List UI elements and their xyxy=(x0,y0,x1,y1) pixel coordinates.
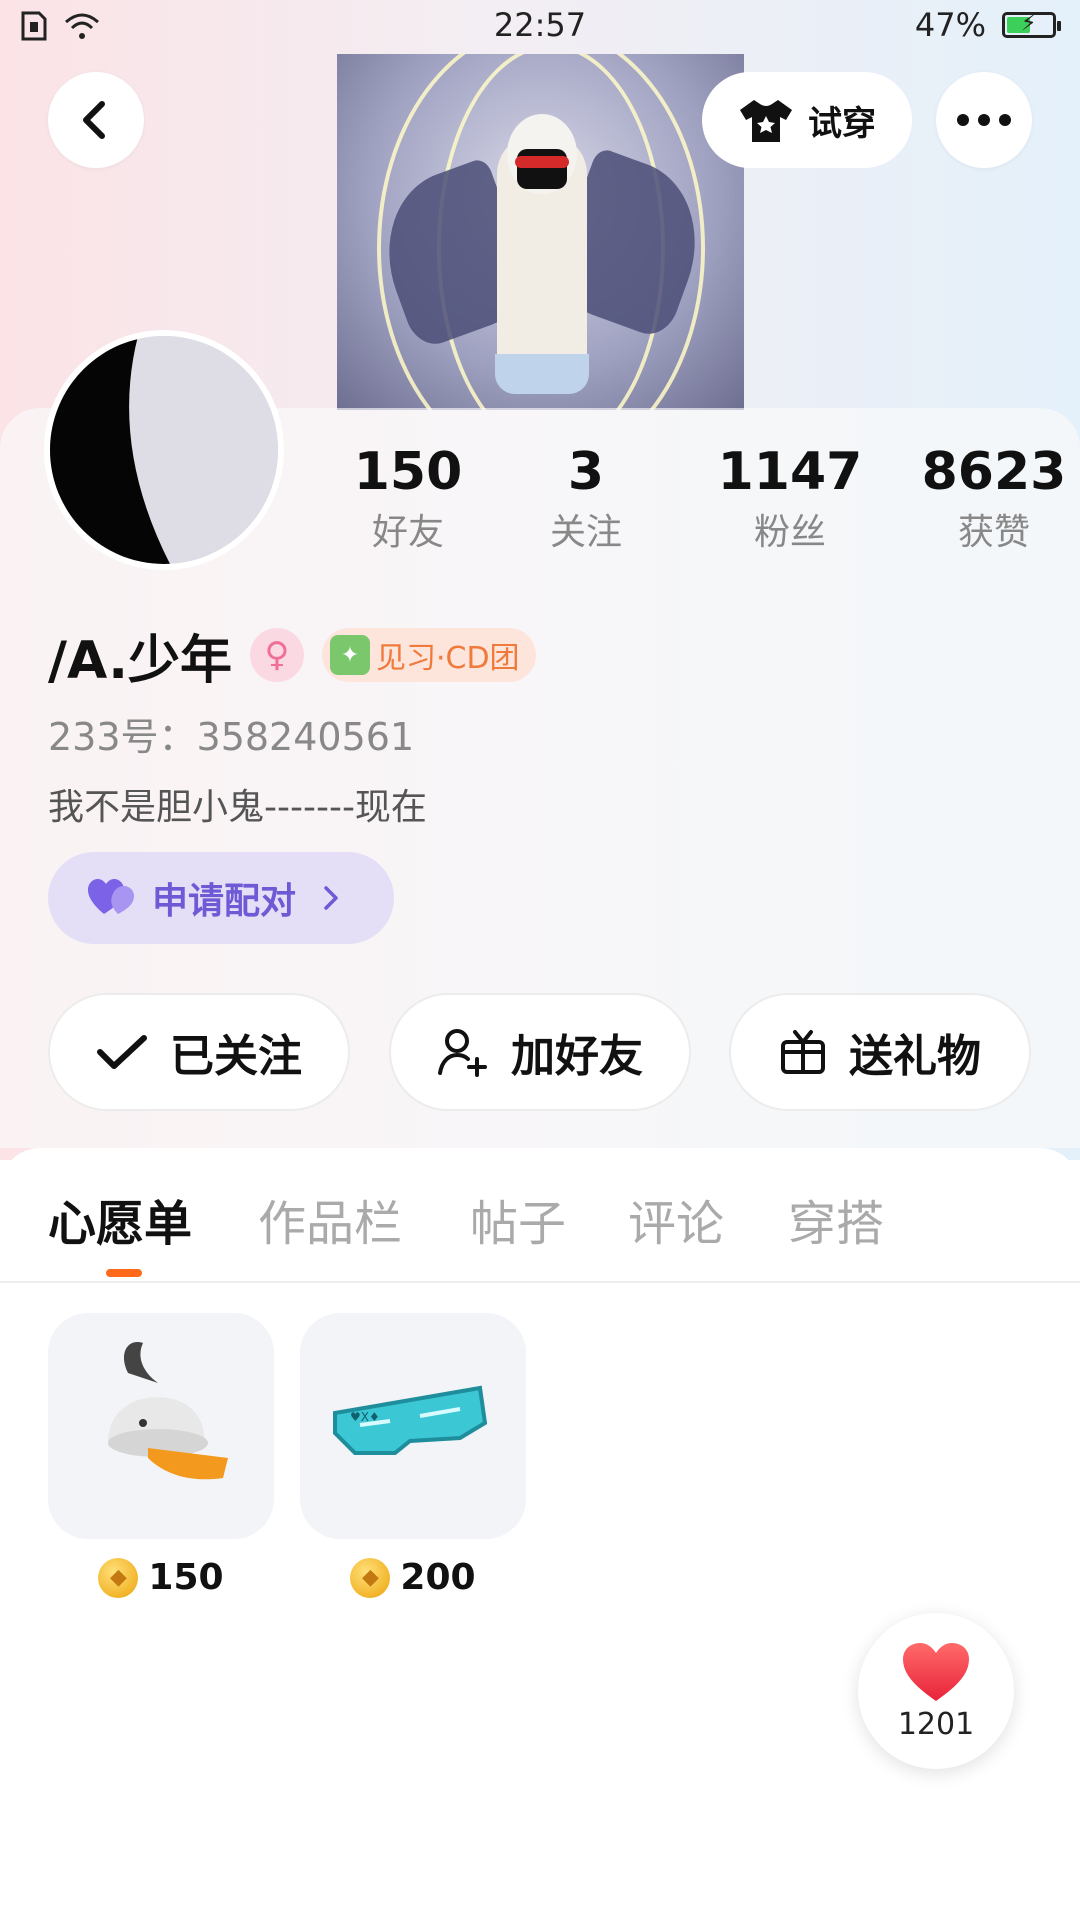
send-gift-label: 送礼物 xyxy=(849,1031,981,1082)
tshirt-icon xyxy=(740,100,792,142)
checkmark-icon xyxy=(97,1035,147,1069)
try-on-label: 试穿 xyxy=(808,103,876,144)
avatar-image xyxy=(50,336,278,564)
tab-works[interactable]: 作品栏 xyxy=(258,1184,402,1254)
heart-icon xyxy=(903,1642,969,1701)
level-badge[interactable]: ✦ 见习·CD团 xyxy=(321,628,536,682)
stat-following[interactable]: 3 关注 xyxy=(496,440,676,558)
tab-outfits[interactable]: 穿搭 xyxy=(788,1184,884,1254)
tab-divider xyxy=(0,1281,1080,1283)
avatar[interactable] xyxy=(44,330,284,570)
chevron-right-icon xyxy=(324,886,338,910)
tab-wishlist[interactable]: 心愿单 xyxy=(48,1184,192,1254)
wishlist-item[interactable]: ◆ 150 xyxy=(48,1313,274,1598)
profile-cover-image[interactable] xyxy=(337,54,744,410)
apply-pair-button[interactable]: 申请配对 xyxy=(48,852,394,944)
back-button[interactable] xyxy=(48,72,144,168)
wishlist-item[interactable]: ♥X♦ ◆ 200 xyxy=(300,1313,526,1598)
avatar-graphic xyxy=(50,336,278,564)
like-count: 1201 xyxy=(897,1706,975,1742)
stat-friends[interactable]: 150 好友 xyxy=(318,440,498,558)
profile-tabs: 心愿单 作品栏 帖子 评论 穿搭 xyxy=(0,1170,1080,1280)
stat-likes-label: 获赞 xyxy=(957,512,1030,553)
apply-pair-label: 申请配对 xyxy=(152,881,297,922)
add-user-icon xyxy=(438,1029,487,1077)
status-icons-right: 47% ⚡ xyxy=(914,6,1061,44)
cyber-visor-icon: ♥X♦ xyxy=(300,1313,526,1539)
like-button[interactable]: 1201 xyxy=(858,1613,1014,1769)
wishlist-price: ◆ 150 xyxy=(48,1557,274,1598)
wishlist-price-value: 150 xyxy=(148,1557,224,1598)
user-id[interactable]: 233号：358240561 xyxy=(48,706,414,761)
cover-character-visor xyxy=(515,156,569,168)
chevron-left-icon xyxy=(83,101,105,139)
status-bar: 22:57 47% ⚡ xyxy=(0,0,1080,56)
active-tab-indicator xyxy=(106,1269,142,1277)
tab-posts[interactable]: 帖子 xyxy=(470,1184,566,1254)
charging-icon: ⚡ xyxy=(1021,11,1037,36)
battery-percentage: 47% xyxy=(914,6,986,44)
stat-friends-label: 好友 xyxy=(371,512,444,553)
add-friend-label: 加好友 xyxy=(511,1031,643,1082)
name-row: /A.少年 ♀ ✦ 见习·CD团 xyxy=(48,620,536,691)
followed-label: 已关注 xyxy=(170,1031,302,1082)
stat-following-value: 3 xyxy=(567,442,605,502)
cover-character-mask xyxy=(517,149,567,189)
stat-friends-value: 150 xyxy=(353,442,463,502)
female-gender-icon: ♀ xyxy=(249,628,304,682)
cover-character-skirt xyxy=(495,354,589,394)
add-friend-button[interactable]: 加好友 xyxy=(389,993,691,1111)
tab-comments[interactable]: 评论 xyxy=(628,1184,724,1254)
stat-fans[interactable]: 1147 粉丝 xyxy=(700,440,880,558)
wishlist-price: ◆ 200 xyxy=(300,1557,526,1598)
battery-icon: ⚡ xyxy=(1002,11,1061,38)
more-dots-icon xyxy=(957,114,1011,126)
profile-stats: 150 好友 3 关注 1147 粉丝 8623 获赞 xyxy=(318,440,1067,560)
level-icon: ✦ xyxy=(329,635,370,675)
stat-likes-value: 8623 xyxy=(921,442,1067,502)
stat-fans-label: 粉丝 xyxy=(753,512,826,553)
send-gift-button[interactable]: 送礼物 xyxy=(729,993,1031,1111)
user-bio: 我不是胆小鬼-------现在 xyxy=(48,787,427,828)
try-on-button[interactable]: 试穿 xyxy=(702,72,912,168)
username: /A.少年 xyxy=(48,630,232,691)
stat-fans-value: 1147 xyxy=(717,442,863,502)
bunny-cap-icon xyxy=(48,1313,274,1539)
stat-likes[interactable]: 8623 获赞 xyxy=(904,440,1080,558)
gift-icon xyxy=(781,1030,825,1074)
coin-icon: ◆ xyxy=(350,1557,391,1598)
stat-following-label: 关注 xyxy=(549,512,622,553)
wishlist-price-value: 200 xyxy=(400,1557,476,1598)
more-options-button[interactable] xyxy=(936,72,1032,168)
double-heart-icon xyxy=(88,879,134,914)
followed-button[interactable]: 已关注 xyxy=(48,993,350,1111)
level-badge-label: 见习·CD团 xyxy=(375,641,520,676)
coin-icon: ◆ xyxy=(98,1557,139,1598)
svg-text:♥X♦: ♥X♦ xyxy=(350,1410,380,1424)
